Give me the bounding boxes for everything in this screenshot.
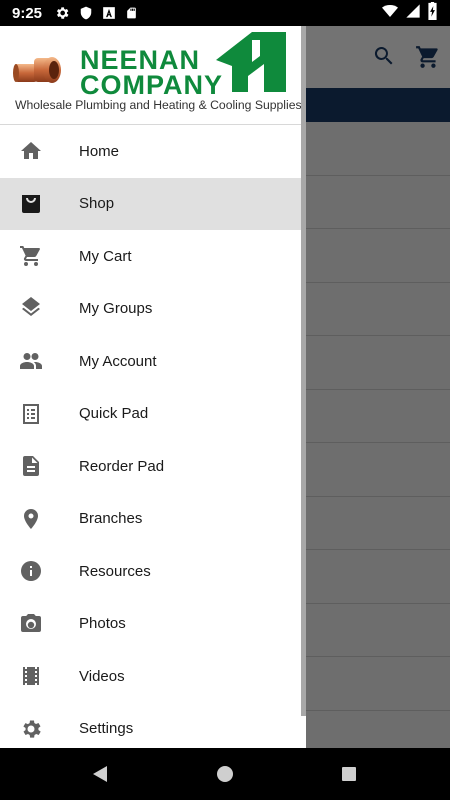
brand-tagline: Wholesale Plumbing and Heating & Cooling… — [15, 98, 302, 112]
menu-item-label: Photos — [79, 615, 126, 633]
notepad-icon — [18, 401, 44, 427]
menu-item-videos[interactable]: Videos — [0, 650, 306, 703]
status-time: 9:25 — [12, 4, 43, 22]
camera-icon — [18, 611, 44, 637]
home-icon — [18, 138, 44, 164]
status-bar: 9:25 — [0, 0, 450, 26]
menu-item-label: Quick Pad — [79, 405, 149, 423]
recents-icon[interactable] — [319, 748, 379, 800]
battery-charging-icon — [427, 1, 438, 25]
menu-item-label: My Groups — [79, 300, 153, 318]
brand-line-2: COMPANY — [80, 70, 224, 100]
shield-icon — [79, 5, 93, 21]
font-a-icon — [102, 5, 116, 21]
menu-item-resources[interactable]: Resources — [0, 545, 306, 598]
cart-icon — [18, 243, 44, 269]
menu-item-label: Home — [79, 142, 120, 160]
menu-item-label: Resources — [79, 562, 151, 580]
menu-item-label: Settings — [79, 720, 134, 738]
menu-item-settings[interactable]: Settings — [0, 703, 306, 749]
copper-fitting-logo-icon — [12, 52, 64, 95]
drawer-header: NEENAN COMPANY Wholesale Plumbing and He… — [0, 26, 306, 125]
menu-item-branches[interactable]: Branches — [0, 493, 306, 546]
sd-card-icon — [125, 5, 138, 21]
cell-signal-icon — [405, 3, 421, 24]
menu-item-label: Reorder Pad — [79, 457, 165, 475]
layers-icon — [18, 296, 44, 322]
location-pin-icon — [18, 506, 44, 532]
document-icon — [18, 453, 44, 479]
brand-name: NEENAN COMPANY — [80, 47, 224, 100]
menu-item-photos[interactable]: Photos — [0, 598, 306, 651]
menu-item-quick-pad[interactable]: Quick Pad — [0, 388, 306, 441]
home-button-icon[interactable] — [195, 748, 255, 800]
menu-item-shop[interactable]: Shop — [0, 177, 306, 230]
menu-item-label: Shop — [79, 195, 115, 213]
settings-icon — [18, 716, 44, 742]
drawer-scrollbar[interactable] — [301, 26, 306, 716]
brand-mark-icon — [212, 30, 286, 97]
drawer-menu: Home Shop My Cart My Groups My Account Q… — [0, 125, 306, 748]
people-icon — [18, 348, 44, 374]
menu-item-label: My Cart — [79, 247, 132, 265]
navigation-drawer: NEENAN COMPANY Wholesale Plumbing and He… — [0, 26, 306, 748]
film-icon — [18, 663, 44, 689]
menu-item-my-cart[interactable]: My Cart — [0, 230, 306, 283]
menu-item-my-groups[interactable]: My Groups — [0, 283, 306, 336]
menu-item-label: Branches — [79, 510, 143, 528]
shopping-bag-icon — [18, 191, 44, 217]
gear-icon — [54, 5, 70, 21]
menu-item-label: Videos — [79, 667, 125, 685]
wifi-icon — [381, 3, 399, 24]
menu-item-label: My Account — [79, 352, 157, 370]
info-icon — [18, 558, 44, 584]
menu-item-home[interactable]: Home — [0, 125, 306, 178]
system-nav-bar — [0, 748, 450, 800]
back-icon[interactable] — [70, 748, 130, 800]
menu-item-my-account[interactable]: My Account — [0, 335, 306, 388]
menu-item-reorder-pad[interactable]: Reorder Pad — [0, 440, 306, 493]
